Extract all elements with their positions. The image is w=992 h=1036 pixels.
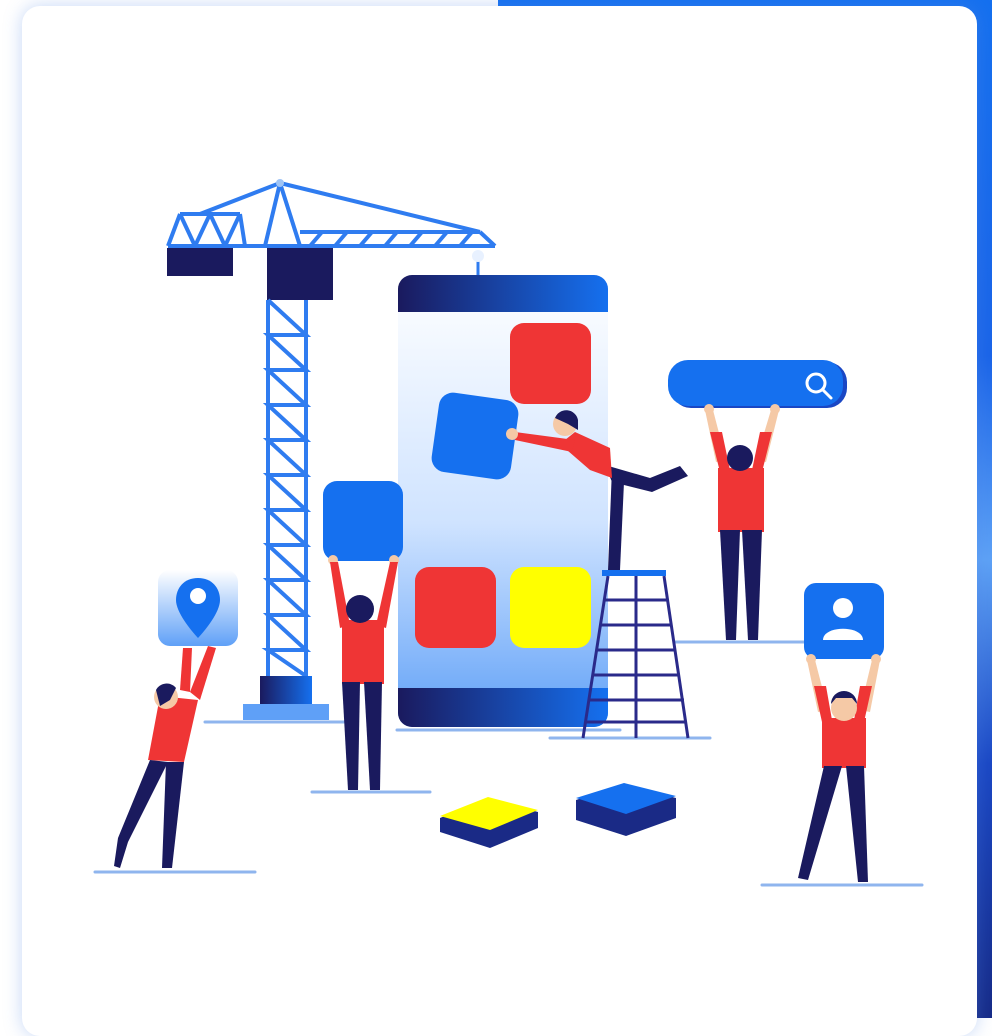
worker-holding-pin	[114, 570, 238, 868]
floor-tile-yellow	[440, 797, 538, 848]
app-tile-yellow	[510, 567, 591, 648]
app-tile-red-top	[510, 323, 591, 404]
floor-tile-blue	[576, 783, 676, 836]
worker-holding-tile	[323, 481, 403, 790]
worker-holding-user-card	[798, 583, 884, 882]
search-bar	[668, 360, 843, 406]
app-tile-red-bottom	[415, 567, 496, 648]
phone-mockup	[398, 275, 608, 727]
construction-illustration	[93, 179, 924, 887]
